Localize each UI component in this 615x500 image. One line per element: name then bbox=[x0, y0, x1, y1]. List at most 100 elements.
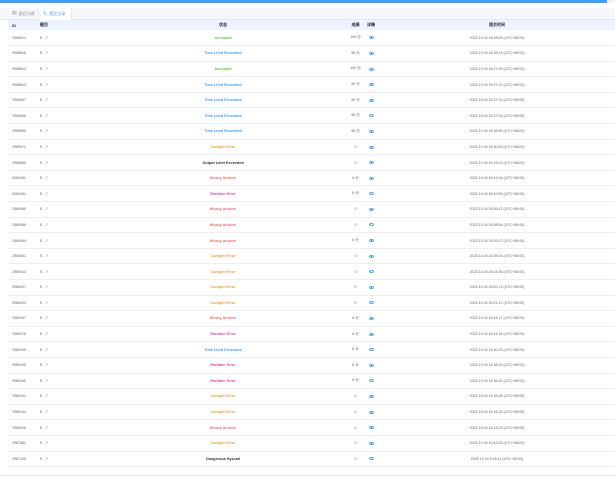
view-detail-icon[interactable] bbox=[368, 83, 374, 87]
submission-id[interactable]: 2989423 bbox=[8, 295, 40, 311]
table-row: 2987582 E - ? Compile Error 0 2023 10 04 10:… bbox=[8, 435, 615, 452]
col-header-title: 题目 bbox=[40, 22, 48, 27]
problem-title-link[interactable]: E - ? bbox=[40, 326, 98, 342]
view-detail-icon[interactable] bbox=[368, 51, 374, 55]
view-detail-icon[interactable] bbox=[368, 239, 374, 243]
status-label: Output Limit Exceeded bbox=[202, 160, 244, 165]
view-detail-icon[interactable] bbox=[368, 270, 374, 274]
view-detail-icon[interactable] bbox=[368, 426, 374, 430]
problem-title-link[interactable]: E - ? bbox=[40, 170, 98, 186]
submission-id[interactable]: 2989600 bbox=[8, 124, 40, 140]
status-label: Wrong Answer bbox=[209, 222, 237, 227]
problem-title-link[interactable]: E - ? bbox=[40, 155, 98, 171]
view-detail-icon[interactable] bbox=[368, 67, 374, 71]
problem-title-link[interactable]: E - ? bbox=[40, 108, 98, 124]
problem-title-link[interactable]: E - ? bbox=[40, 46, 98, 62]
submission-id[interactable]: 2989607 bbox=[8, 92, 40, 108]
problem-title-link[interactable]: E - ? bbox=[40, 30, 98, 46]
submission-id[interactable]: 2989560 bbox=[8, 155, 40, 171]
view-detail-icon[interactable] bbox=[368, 285, 374, 289]
submission-id[interactable]: 2989427 bbox=[8, 280, 40, 296]
view-detail-icon[interactable] bbox=[368, 114, 374, 118]
table-row: 2989209 E - ? Time Limit Exceeded 8 分 2023 1… bbox=[8, 342, 615, 358]
problem-title-link[interactable]: E - ? bbox=[40, 342, 98, 358]
view-detail-icon[interactable] bbox=[368, 332, 374, 336]
submission-id[interactable]: 2987582 bbox=[8, 435, 40, 451]
submission-id[interactable]: 2989466 bbox=[8, 217, 40, 233]
view-detail-icon[interactable] bbox=[368, 363, 374, 367]
problem-title-link[interactable]: E - ? bbox=[40, 280, 98, 296]
problem-title-link[interactable]: E - ? bbox=[40, 233, 98, 249]
view-detail-icon[interactable] bbox=[368, 223, 374, 227]
submission-id[interactable]: 2989621 bbox=[8, 30, 40, 46]
problem-title-link[interactable]: E - ? bbox=[40, 451, 98, 467]
table-row: 2989257 E - ? Wrong Answer 8 分 2023 10 04 14… bbox=[8, 311, 615, 327]
problem-title-link[interactable]: E - ? bbox=[40, 420, 98, 436]
tab-submission-records[interactable]: ↻ 提交记录 bbox=[38, 8, 72, 20]
table-row: 2989466 E - ? Wrong Answer 0 2023 10 04 15:0… bbox=[8, 217, 615, 233]
view-detail-icon[interactable] bbox=[368, 301, 374, 305]
problem-title-link[interactable]: E - ? bbox=[40, 92, 98, 108]
problem-title-link[interactable]: E - ? bbox=[40, 435, 98, 451]
submission-id[interactable]: 2989144 bbox=[8, 404, 40, 420]
submission-id[interactable]: 2987106 bbox=[8, 451, 40, 467]
view-detail-icon[interactable] bbox=[368, 457, 374, 461]
view-detail-icon[interactable] bbox=[368, 395, 374, 398]
submission-id[interactable]: 2989165 bbox=[8, 373, 40, 389]
submission-id[interactable]: 2989444 bbox=[8, 264, 40, 280]
problem-title-link[interactable]: E - ? bbox=[40, 311, 98, 327]
view-detail-icon[interactable] bbox=[368, 36, 374, 40]
view-detail-icon[interactable] bbox=[368, 410, 374, 414]
submission-id[interactable]: 2989614 bbox=[8, 61, 40, 77]
view-detail-icon[interactable] bbox=[368, 176, 374, 180]
submission-id[interactable]: 2989492 bbox=[8, 170, 40, 186]
problem-title-link[interactable]: E - ? bbox=[40, 186, 98, 202]
problem-title-link[interactable]: E - ? bbox=[40, 248, 98, 264]
problem-title-link[interactable]: E - ? bbox=[40, 389, 98, 405]
view-detail-icon[interactable] bbox=[368, 192, 374, 196]
submission-id[interactable]: 2989616 bbox=[8, 46, 40, 62]
problem-title-link[interactable]: E - ? bbox=[40, 404, 98, 420]
submission-id[interactable]: 2989480 bbox=[8, 202, 40, 218]
view-detail-icon[interactable] bbox=[368, 207, 374, 211]
view-detail-icon[interactable] bbox=[368, 161, 374, 165]
status-label: Time Limit Exceeded bbox=[204, 113, 242, 118]
view-detail-icon[interactable] bbox=[368, 441, 374, 445]
view-detail-icon[interactable] bbox=[368, 317, 374, 321]
problem-title-link[interactable]: E - ? bbox=[40, 202, 98, 218]
problem-title-link[interactable]: E - ? bbox=[40, 61, 98, 77]
submission-id[interactable]: 2989190 bbox=[8, 357, 40, 373]
submission-id[interactable]: 2989216 bbox=[8, 326, 40, 342]
submission-id[interactable]: 2989491 bbox=[8, 186, 40, 202]
problem-title-link[interactable]: E - ? bbox=[40, 139, 98, 155]
view-detail-icon[interactable] bbox=[368, 379, 374, 383]
view-detail-icon[interactable] bbox=[368, 254, 374, 258]
submission-id[interactable]: 2989606 bbox=[8, 108, 40, 124]
submission-id[interactable]: 2989006 bbox=[8, 420, 40, 436]
submission-id[interactable]: 2989257 bbox=[8, 311, 40, 327]
view-detail-icon[interactable] bbox=[368, 145, 374, 149]
submit-time: 2023 10 04 9:26:11 (UTC+08:00) bbox=[470, 456, 524, 461]
status-label: Compile Error bbox=[210, 144, 236, 149]
table-row: 2989454 E - ? Wrong Answer 8 分 2023 10 04 15… bbox=[8, 233, 615, 249]
problem-title-link[interactable]: E - ? bbox=[40, 357, 98, 373]
view-detail-icon[interactable] bbox=[368, 129, 374, 133]
submission-id[interactable]: 2989572 bbox=[8, 139, 40, 155]
problem-title-link[interactable]: E - ? bbox=[40, 373, 98, 389]
view-detail-icon[interactable] bbox=[368, 348, 374, 352]
problem-title-link[interactable]: E - ? bbox=[40, 124, 98, 140]
submission-id[interactable]: 2989209 bbox=[8, 342, 40, 358]
submission-id[interactable]: 2989613 bbox=[8, 77, 40, 93]
submission-id[interactable]: 2989451 bbox=[8, 248, 40, 264]
submission-id[interactable]: 2989454 bbox=[8, 233, 40, 249]
col-header-detail: 详情 bbox=[367, 22, 375, 27]
submit-time: 2023 10 04 15:19:13 (UTC+08:00) bbox=[469, 160, 525, 165]
table-row: 2989600 E - ? Time Limit Exceeded 96 分 2023 … bbox=[8, 124, 615, 140]
submission-id[interactable]: 2989151 bbox=[8, 389, 40, 405]
problem-title-link[interactable]: E - ? bbox=[40, 264, 98, 280]
problem-title-link[interactable]: E - ? bbox=[40, 295, 98, 311]
view-detail-icon[interactable] bbox=[368, 98, 374, 102]
problem-title-link[interactable]: E - ? bbox=[40, 217, 98, 233]
table-row: 2987106 E - ? Dangerous Syscall 0 2023 10 04… bbox=[8, 451, 615, 467]
problem-title-link[interactable]: E - ? bbox=[40, 77, 98, 93]
